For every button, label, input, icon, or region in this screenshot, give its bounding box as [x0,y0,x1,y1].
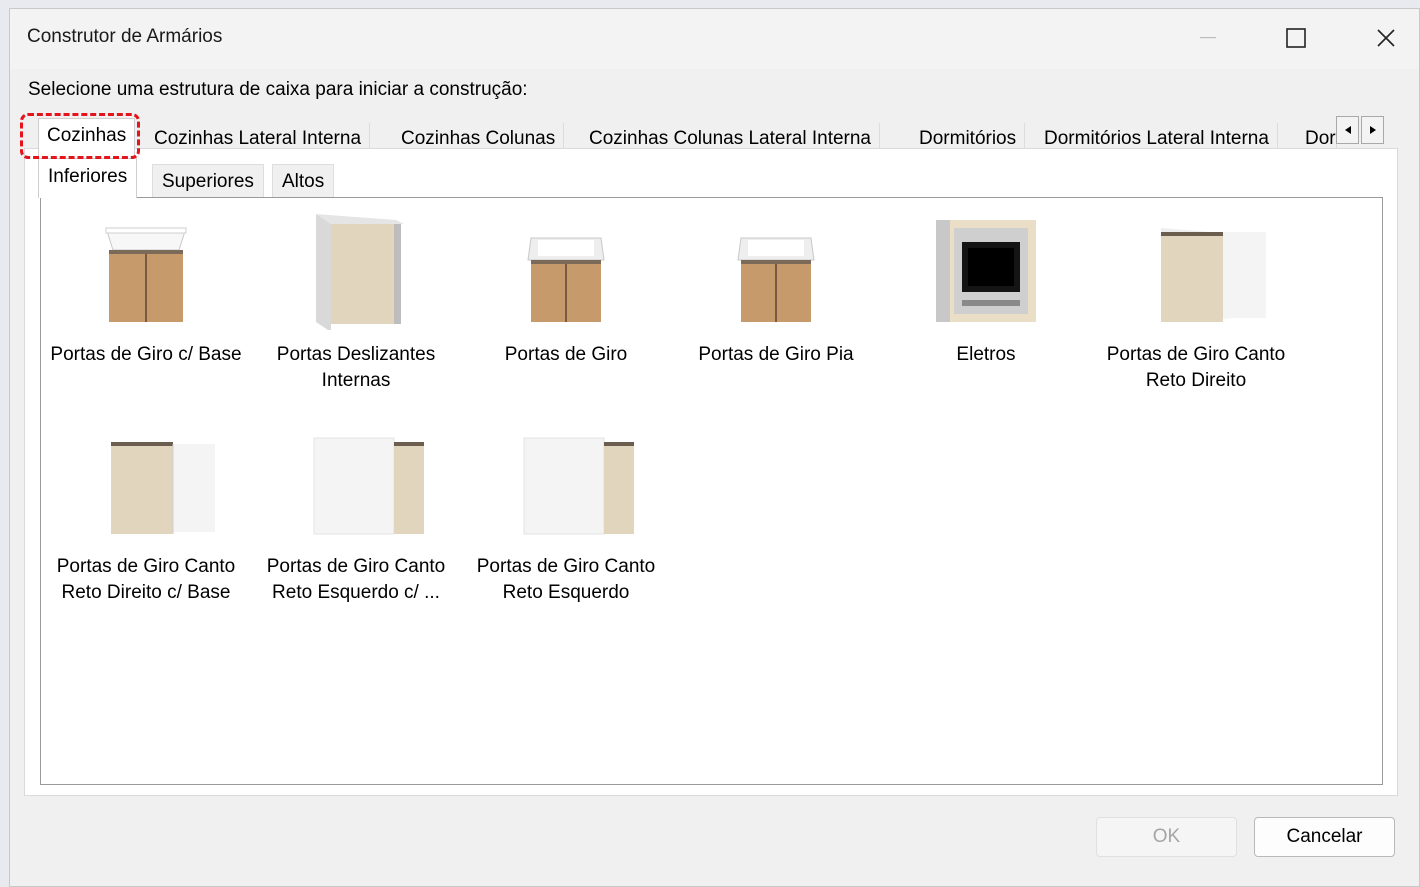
cabinet-base-icon [76,210,216,330]
scroll-left-button[interactable] [1336,116,1359,144]
gallery-item-canto-reto-direito-base[interactable]: Portas de Giro Canto Reto Direito c/ Bas… [46,422,246,606]
tab-scroll-controls [1336,116,1386,144]
item-label: Portas de Giro Pia [698,344,854,365]
scroll-right-button[interactable] [1361,116,1384,144]
close-button[interactable] [1358,19,1414,57]
item-label: Portas de Giro c/ Base [50,344,242,365]
subtab-inferiores[interactable]: Inferiores [38,158,138,198]
triangle-left-icon [1344,126,1351,134]
corner-left-base-icon [286,422,426,542]
gallery-item-canto-reto-esquerdo[interactable]: Portas de Giro Canto Reto Esquerdo [466,422,666,606]
item-label: Eletros [956,344,1016,365]
sink-cabinet-icon [706,210,846,330]
sliding-cabinet-icon [286,210,426,332]
gallery-item-portas-deslizantes[interactable]: Portas Deslizantes Internas [256,210,456,394]
gallery-item-portas-giro-base[interactable]: Portas de Giro c/ Base [46,210,246,368]
gallery-item-canto-reto-esquerdo-base[interactable]: Portas de Giro Canto Reto Esquerdo c/ ..… [256,422,456,606]
window-title: Construtor de Armários [27,26,223,47]
minimize-button[interactable] [1180,19,1236,57]
gallery-item-eletros[interactable]: Eletros [886,210,1086,368]
item-label: Portas Deslizantes Internas [276,344,436,391]
corner-right-icon [1126,210,1268,330]
triangle-right-icon [1369,126,1376,134]
subtab-altos[interactable]: Altos [272,164,335,198]
gallery-item-portas-giro-pia[interactable]: Portas de Giro Pia [676,210,876,368]
title-bar: Construtor de Armários [10,9,1419,69]
close-icon [1377,29,1395,47]
cabinet-gallery: Portas de Giro c/ Base Portas Deslizante… [40,197,1383,785]
minimize-icon [1200,37,1216,39]
subtab-superiores[interactable]: Superiores [152,164,264,198]
corner-right-base-icon [76,422,216,542]
oven-icon [916,210,1056,330]
maximize-button[interactable] [1268,19,1324,57]
highlight-marker [20,113,140,159]
subcategory-tabs: Inferiores Superiores Altos [36,158,436,198]
instruction-text: Selecione uma estrutura de caixa para in… [28,79,528,100]
item-label: Portas de Giro Canto Reto Direito [1106,344,1286,391]
corner-left-icon [496,422,636,542]
swing-cabinet-icon [496,210,636,330]
gallery-item-canto-reto-direito[interactable]: Portas de Giro Canto Reto Direito [1096,210,1296,394]
item-label: Portas de Giro Canto Reto Esquerdo c/ ..… [266,556,446,603]
item-label: Portas de Giro Canto Reto Esquerdo [476,556,656,603]
item-label: Portas de Giro Canto Reto Direito c/ Bas… [56,556,236,603]
gallery-item-portas-giro[interactable]: Portas de Giro [466,210,666,368]
cancel-button[interactable]: Cancelar [1254,817,1395,857]
ok-button[interactable]: OK [1096,817,1237,857]
item-label: Portas de Giro [504,344,628,365]
maximize-icon [1286,28,1306,48]
